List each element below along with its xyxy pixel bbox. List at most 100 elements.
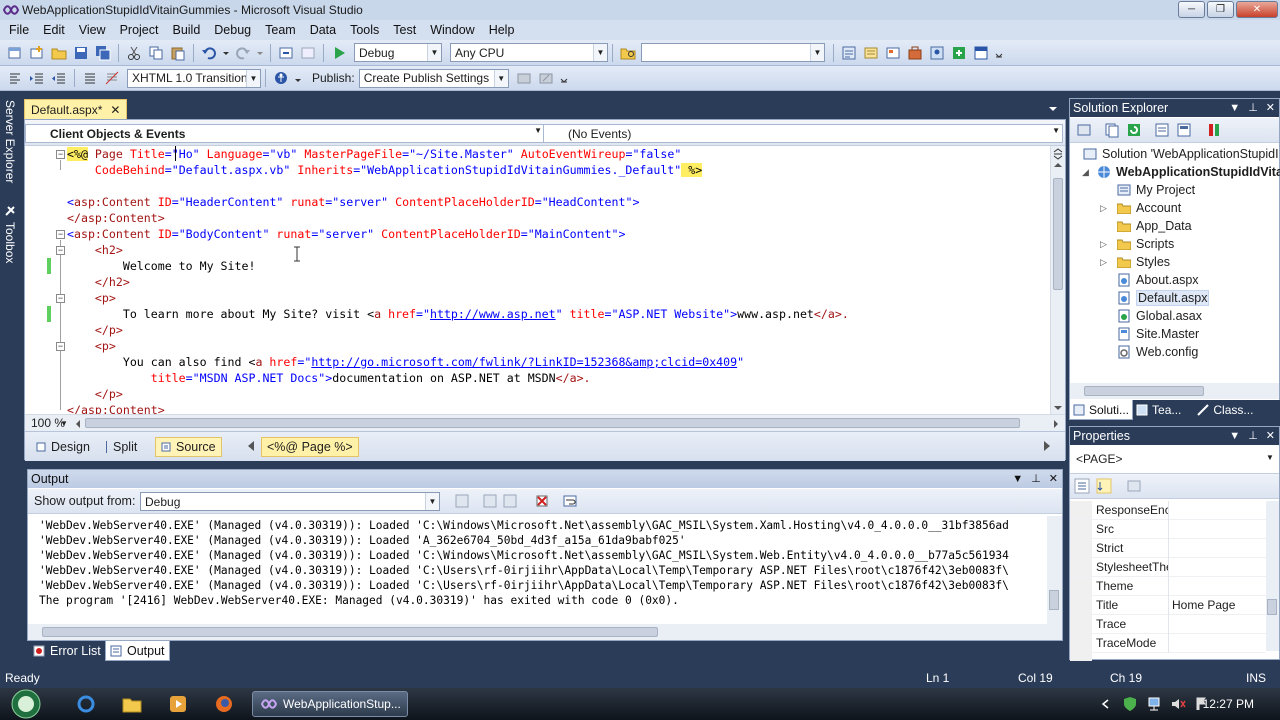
solution-horizontal-scrollbar[interactable] (1070, 383, 1279, 399)
minimize-button[interactable]: ─ (1178, 1, 1205, 18)
go-to-next-message-icon[interactable] (502, 493, 518, 509)
menu-view[interactable]: View (72, 20, 113, 40)
tree-item-global-asax[interactable]: Global.asax (1116, 307, 1202, 325)
toolbar-options-icon[interactable] (559, 69, 569, 87)
close-icon[interactable]: ✕ (1266, 99, 1275, 117)
paste-icon[interactable] (169, 44, 187, 62)
property-pages-icon[interactable] (1126, 478, 1142, 494)
tree-item-app-data[interactable]: App_Data (1116, 217, 1192, 235)
collapse-icon[interactable]: − (56, 342, 65, 351)
navigate-backward-icon[interactable] (277, 44, 295, 62)
editor-vertical-scrollbar[interactable] (1050, 146, 1065, 414)
taskbar-clock[interactable]: 12:27 PM (1203, 697, 1254, 711)
property-row[interactable]: Src (1070, 520, 1266, 539)
document-tab-default-aspx[interactable]: Default.aspx* ✕ (24, 99, 128, 119)
show-hidden-icons-icon[interactable] (1100, 698, 1110, 710)
pin-icon[interactable]: ⊥ (1031, 470, 1041, 488)
start-page-icon[interactable] (972, 44, 990, 62)
zoom-dropdown[interactable]: 100 % ▼ (27, 415, 71, 431)
tree-solution-root[interactable]: Solution 'WebApplicationStupidI (1082, 145, 1279, 163)
code-area[interactable]: − − − − − <%@ Page Title="Ho" Language="… (25, 146, 1050, 414)
active-files-dropdown-icon[interactable] (1048, 105, 1058, 113)
tree-item-web-config[interactable]: Web.config (1116, 343, 1198, 361)
cut-icon[interactable] (125, 44, 143, 62)
view-code-icon[interactable] (1154, 122, 1170, 138)
clear-all-icon[interactable] (534, 493, 550, 509)
tree-expand-icon[interactable]: ▷ (1100, 257, 1107, 268)
properties-window-icon[interactable] (862, 44, 880, 62)
toggle-word-wrap-icon[interactable] (562, 493, 578, 509)
event-dropdown[interactable]: (No Events) ▼ (543, 124, 1063, 143)
solution-configuration-dropdown[interactable]: Debug ▼ (354, 43, 442, 62)
pin-icon[interactable]: ⊥ (1248, 427, 1258, 445)
save-all-icon[interactable] (94, 44, 112, 62)
refresh-icon[interactable] (1126, 122, 1142, 138)
tree-item-styles[interactable]: Styles (1116, 253, 1170, 271)
output-vertical-scrollbar[interactable] (1047, 516, 1062, 624)
team-explorer-icon[interactable] (928, 44, 946, 62)
tree-item-about-aspx[interactable]: About.aspx (1116, 271, 1199, 289)
property-row[interactable]: Title Home Page (1070, 596, 1266, 615)
pin-icon[interactable]: ⊥ (1248, 99, 1258, 117)
object-dropdown[interactable]: Client Objects & Events ▼ (25, 124, 545, 143)
tab-class-view[interactable]: Class... (1194, 400, 1256, 420)
output-horizontal-scrollbar[interactable] (28, 624, 1062, 640)
tree-item-my-project[interactable]: My Project (1116, 181, 1195, 199)
find-combo[interactable]: ▼ (641, 43, 825, 62)
windows-explorer-icon[interactable] (122, 694, 142, 714)
categorized-icon[interactable] (1074, 478, 1090, 494)
find-in-files-icon[interactable] (619, 44, 637, 62)
close-icon[interactable]: ✕ (1266, 427, 1275, 445)
undo-dropdown-icon[interactable] (222, 44, 230, 62)
design-view-button[interactable]: Design (31, 437, 95, 457)
tree-expand-icon[interactable]: ▷ (1100, 239, 1107, 250)
scroll-left-icon[interactable] (75, 420, 81, 428)
horizontal-scroll-thumb[interactable] (85, 418, 1020, 428)
view-designer-icon[interactable] (1176, 122, 1192, 138)
tree-item-site-master[interactable]: Site.Master (1116, 325, 1199, 343)
extension-manager-icon[interactable] (950, 44, 968, 62)
copy-icon[interactable] (147, 44, 165, 62)
property-row[interactable]: Trace (1070, 615, 1266, 634)
collapse-icon[interactable]: − (56, 230, 65, 239)
scroll-thumb[interactable] (1049, 590, 1059, 610)
close-icon[interactable]: ✕ (1049, 470, 1058, 488)
show-all-files-icon[interactable] (1104, 122, 1120, 138)
split-window-icon[interactable] (1053, 148, 1063, 160)
network-icon[interactable] (1146, 696, 1162, 712)
properties-vertical-scrollbar[interactable] (1266, 501, 1279, 651)
collapse-icon[interactable]: − (56, 246, 65, 255)
collapse-icon[interactable]: − (56, 294, 65, 303)
scroll-thumb[interactable] (1053, 178, 1063, 290)
menu-project[interactable]: Project (113, 20, 166, 40)
menu-build[interactable]: Build (165, 20, 207, 40)
scroll-thumb[interactable] (1267, 599, 1277, 615)
undo-icon[interactable] (200, 44, 218, 62)
window-position-icon[interactable]: ▼ (1012, 470, 1023, 488)
show-output-from-dropdown[interactable]: Debug ▼ (140, 492, 440, 511)
firefox-icon[interactable] (214, 694, 234, 714)
alphabetical-icon[interactable] (1096, 478, 1112, 494)
accessibility-dropdown-icon[interactable] (294, 69, 302, 87)
redo-icon[interactable] (234, 44, 252, 62)
volume-muted-icon[interactable] (1170, 696, 1186, 712)
menu-window[interactable]: Window (423, 20, 481, 40)
code-link[interactable]: http://www.asp.net (430, 307, 556, 321)
tag-breadcrumb[interactable]: <%@ Page %> (261, 437, 359, 457)
property-row[interactable]: TraceMode (1070, 634, 1266, 653)
code-link[interactable]: http://go.microsoft.com/fwlink/?LinkID=1… (311, 355, 737, 369)
outdent-icon[interactable] (50, 69, 68, 87)
tab-error-list[interactable]: Error List (29, 641, 105, 661)
property-row[interactable]: Strict (1070, 539, 1266, 558)
publish-web-one-click-icon[interactable] (537, 69, 555, 87)
tree-item-scripts[interactable]: Scripts (1116, 235, 1174, 253)
property-value[interactable]: Home Page (1172, 598, 1235, 612)
redo-dropdown-icon[interactable] (256, 44, 264, 62)
object-browser-icon[interactable] (884, 44, 902, 62)
open-folder-icon[interactable] (50, 44, 68, 62)
menu-debug[interactable]: Debug (207, 20, 258, 40)
security-shield-icon[interactable] (1122, 696, 1138, 712)
toolbox-icon[interactable] (906, 44, 924, 62)
property-row[interactable]: ResponseEnco (1070, 501, 1266, 520)
target-schema-dropdown[interactable]: XHTML 1.0 Transition ▼ (127, 68, 261, 88)
